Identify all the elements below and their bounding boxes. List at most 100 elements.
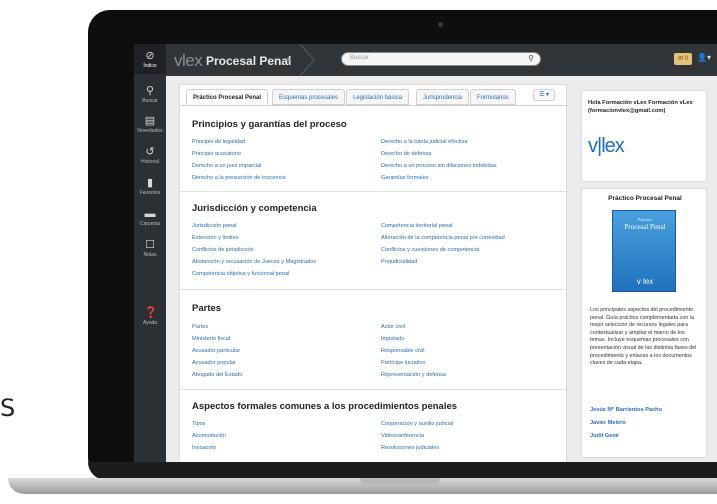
rail-label: Índice bbox=[143, 63, 157, 69]
index-link[interactable]: Imputado bbox=[381, 336, 404, 342]
rail-label: Notas bbox=[143, 252, 157, 258]
section-title: Principios y garantías del proceso bbox=[192, 119, 347, 130]
tab-esquemas-procesales[interactable]: Esquemas procesales bbox=[272, 89, 346, 105]
rail-item-favoritos[interactable]: ▮ Favoritos bbox=[134, 177, 166, 197]
chevron-down-icon[interactable]: ▾ bbox=[287, 55, 291, 64]
product-description: Los principales aspectos del procedimien… bbox=[590, 307, 697, 367]
user-menu-icon[interactable]: 👤▾ bbox=[697, 53, 711, 62]
tab-formularios[interactable]: Formularios bbox=[470, 89, 516, 105]
rail-item-indice[interactable]: ⊘ Índice bbox=[134, 44, 166, 74]
newspaper-icon: ▤ bbox=[144, 115, 156, 127]
notifications-badge[interactable]: ✉ 0 bbox=[674, 53, 692, 65]
tab-divider bbox=[180, 105, 568, 106]
compass-icon: ⊘ bbox=[145, 50, 155, 62]
index-link[interactable]: Tipos bbox=[192, 421, 205, 427]
section-divider bbox=[180, 289, 568, 290]
user-greeting: Hola Formación vLex Formación vLex (form… bbox=[588, 100, 693, 114]
left-rail: ⊘ Índice ⚲ Buscar ▤ Novedades ↺ Historia… bbox=[134, 44, 166, 462]
product-panel: Práctico Procesal Penal Práctico Procesa… bbox=[581, 188, 707, 458]
index-link[interactable]: Cooperación y auxilio judicial bbox=[381, 421, 453, 427]
index-link[interactable]: Incoación bbox=[192, 445, 216, 451]
index-link[interactable]: Derecho a un juez imparcial bbox=[192, 163, 261, 169]
list-menu-icon[interactable]: ☰ ▾ bbox=[533, 89, 555, 101]
author-link[interactable]: Judit Gené bbox=[590, 433, 619, 439]
folder-icon: ▬ bbox=[144, 208, 156, 220]
search-placeholder: Buscar bbox=[350, 55, 369, 61]
rail-item-buscar[interactable]: ⚲ Buscar bbox=[134, 85, 166, 105]
section-title: Jurisdicción y competencia bbox=[192, 203, 317, 214]
index-link[interactable]: Alteración de la competencia penal por c… bbox=[381, 235, 505, 241]
index-link[interactable]: Representación y defensa bbox=[381, 372, 446, 378]
index-link[interactable]: Partes bbox=[192, 324, 208, 330]
index-link[interactable]: Actor civil bbox=[381, 324, 405, 330]
screen: ⊘ Índice ⚲ Buscar ▤ Novedades ↺ Historia… bbox=[134, 44, 717, 462]
index-link[interactable]: Partícipe lucrativo bbox=[381, 360, 425, 366]
author-link[interactable]: Javier Melero bbox=[590, 420, 626, 426]
index-link[interactable]: Abstención y recusación de Jueces y Magi… bbox=[192, 259, 316, 265]
history-icon: ↺ bbox=[145, 146, 155, 158]
top-bar: vlex Procesal Penal ▾ Buscar ⚲ ✉ 0 👤▾ bbox=[166, 44, 717, 76]
index-link[interactable]: Resoluciones judiciales bbox=[381, 445, 439, 451]
index-link[interactable]: Competencia objetiva y funcional penal bbox=[192, 271, 289, 277]
tab-legislacion-basica[interactable]: Legislación básica bbox=[346, 89, 410, 105]
index-link[interactable]: Acomodación bbox=[192, 433, 226, 439]
book-publisher-logo: v lex bbox=[636, 277, 654, 286]
section-divider bbox=[180, 191, 568, 192]
help-icon: ❓ bbox=[144, 307, 158, 319]
index-link[interactable]: Principio acusatorio bbox=[192, 151, 241, 157]
index-link[interactable]: Abogado del Estado bbox=[192, 372, 242, 378]
laptop-notch bbox=[360, 478, 440, 484]
tab-jurisprudencia[interactable]: Jurisprudencia bbox=[416, 89, 470, 105]
index-link[interactable]: Conflictos de jurisdicción bbox=[192, 247, 254, 253]
rail-label: Novedades bbox=[137, 128, 163, 134]
camera-dot bbox=[438, 22, 443, 27]
user-panel: Hola Formación vLex Formación vLex (form… bbox=[581, 90, 707, 182]
tab-practico-procesal-penal[interactable]: Práctico Procesal Penal bbox=[186, 89, 269, 105]
app-title[interactable]: Procesal Penal bbox=[206, 54, 291, 68]
note-icon: ☐ bbox=[145, 239, 155, 251]
search-icon: ⚲ bbox=[145, 85, 155, 97]
section-title: Aspectos formales comunes a los procedim… bbox=[192, 401, 458, 412]
rail-item-historial[interactable]: ↺ Historial bbox=[134, 146, 166, 166]
index-link[interactable]: Jurisdicción penal bbox=[192, 223, 236, 229]
book-title-line2: Procesal Penal bbox=[624, 223, 666, 231]
index-link[interactable]: Competencia territorial penal bbox=[381, 223, 453, 229]
rail-item-notas[interactable]: ☐ Notas bbox=[134, 239, 166, 259]
index-link[interactable]: Extensión y límites bbox=[192, 235, 239, 241]
index-card: Práctico Procesal Penal Esquemas procesa… bbox=[179, 84, 568, 462]
index-link[interactable]: Ministerio fiscal bbox=[192, 336, 230, 342]
search-icon[interactable]: ⚲ bbox=[528, 54, 534, 63]
index-link[interactable]: Responsable civil bbox=[381, 348, 425, 354]
breadcrumb-chevron-icon bbox=[299, 44, 315, 76]
notifications-count: 0 bbox=[684, 56, 689, 62]
vlex-brand-logo: v|lex bbox=[588, 135, 625, 157]
index-link[interactable]: Principio de legalidad bbox=[192, 139, 245, 145]
rail-item-novedades[interactable]: ▤ Novedades bbox=[134, 115, 166, 135]
section-divider bbox=[180, 389, 568, 390]
index-link[interactable]: Derecho a un proceso sin dilaciones inde… bbox=[381, 163, 497, 169]
rail-item-carpetas[interactable]: ▬ Carpetas bbox=[134, 208, 166, 228]
vlex-logo[interactable]: vlex bbox=[174, 51, 203, 71]
index-link[interactable]: Acusador popular bbox=[192, 360, 236, 366]
rail-label: Ayuda bbox=[142, 320, 158, 326]
search-input[interactable]: Buscar ⚲ bbox=[341, 52, 541, 66]
index-link[interactable]: Derecho a la tutela judicial efectiva bbox=[381, 139, 467, 145]
rail-label: Carpetas bbox=[139, 221, 161, 227]
rail-label: Favoritos bbox=[139, 190, 161, 196]
rail-label: Historial bbox=[140, 159, 160, 165]
index-link[interactable]: Prejudicialidad bbox=[381, 259, 417, 265]
product-title: Práctico Procesal Penal bbox=[608, 195, 682, 202]
index-link[interactable]: Conflictos y cuestiones de competencia bbox=[381, 247, 479, 253]
index-link[interactable]: Derecho de defensa bbox=[381, 151, 431, 157]
book-cover[interactable]: Práctico Procesal Penal v lex bbox=[612, 210, 676, 292]
author-link[interactable]: Jesús Mª Barrientos Pacho bbox=[590, 407, 662, 413]
index-link[interactable]: Acusador particular bbox=[192, 348, 240, 354]
rail-label: Buscar bbox=[142, 98, 158, 104]
rail-item-ayuda[interactable]: ❓ Ayuda bbox=[134, 307, 166, 327]
bookmark-icon: ▮ bbox=[146, 177, 154, 189]
book-title-line1: Práctico bbox=[637, 217, 653, 222]
laptop-mockup: S ⊘ Índice ⚲ Buscar ▤ Novedades ↺ Histor… bbox=[0, 0, 717, 504]
index-link[interactable]: Videoconferencia bbox=[381, 433, 424, 439]
index-link[interactable]: Derecho a la presunción de inocencia bbox=[192, 175, 286, 181]
index-link[interactable]: Garantías formales bbox=[381, 175, 429, 181]
